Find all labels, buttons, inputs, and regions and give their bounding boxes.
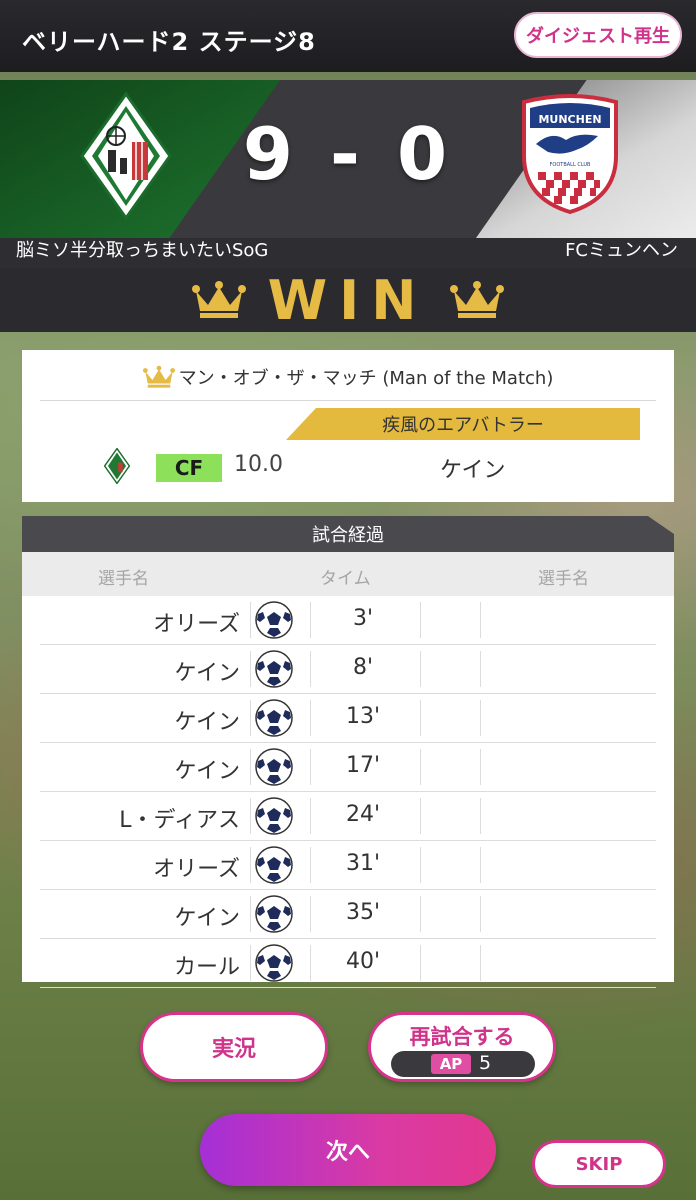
home-team-emblem: [80, 92, 172, 220]
soccer-ball-icon: [254, 943, 294, 983]
divider: [250, 749, 251, 785]
man-of-the-match-card: マン・オブ・ザ・マッチ (Man of the Match) 疾風のエアバトラー…: [22, 350, 674, 502]
timeline-row: ケイン 13': [40, 694, 656, 743]
divider: [250, 602, 251, 638]
skip-button[interactable]: SKIP: [532, 1140, 666, 1188]
goal-scorer: カール: [173, 955, 240, 980]
goal-scorer: ケイン: [174, 661, 240, 686]
position-badge: CF: [156, 454, 222, 482]
home-team-name: 脳ミソ半分取っちまいたいSoG: [16, 240, 269, 261]
away-team-name: FCミュンヘン: [565, 240, 678, 261]
divider: [420, 749, 421, 785]
divider: [420, 602, 421, 638]
result-band: WIN: [0, 268, 696, 332]
top-bar: ベリーハード2 ステージ8 ダイジェスト再生: [0, 0, 696, 72]
match-score: 9 - 0: [242, 112, 454, 196]
away-emblem-text: MUNCHEN: [538, 113, 601, 126]
goal-scorer: オリーズ: [153, 612, 240, 637]
divider: [480, 602, 481, 638]
divider: [250, 945, 251, 981]
soccer-ball-icon: [254, 796, 294, 836]
col-time: タイム: [320, 569, 371, 589]
divider: [250, 896, 251, 932]
timeline-row: オリーズ 3': [40, 596, 656, 645]
soccer-ball-icon: [254, 600, 294, 640]
mom-title-text: マン・オブ・ザ・マッチ (Man of the Match): [178, 368, 554, 389]
mom-title: マン・オブ・ザ・マッチ (Man of the Match): [22, 364, 674, 390]
goal-time: 35': [345, 900, 381, 925]
mom-player-name: ケイン: [440, 458, 506, 483]
result-text: WIN: [267, 268, 429, 332]
timeline-column-headers: 選手名 タイム 選手名: [22, 552, 674, 596]
divider: [480, 651, 481, 687]
away-emblem-sub: FOOTBALL CLUB: [550, 162, 592, 168]
ap-cost-pill: AP 5: [391, 1051, 535, 1077]
divider: [420, 945, 421, 981]
soccer-ball-icon: [254, 845, 294, 885]
timeline-row: ケイン 35': [40, 890, 656, 939]
timeline-row: L・ディアス 24': [40, 792, 656, 841]
divider: [250, 798, 251, 834]
stage-title: ベリーハード2 ステージ8: [22, 28, 316, 56]
goal-time: 8': [352, 655, 374, 680]
divider: [480, 896, 481, 932]
soccer-ball-icon: [254, 649, 294, 689]
timeline-row: ケイン 17': [40, 743, 656, 792]
divider: [420, 798, 421, 834]
goal-time: 17': [345, 753, 381, 778]
rematch-button[interactable]: 再試合する AP 5: [368, 1012, 556, 1082]
col-home-player: 選手名: [98, 569, 149, 589]
away-team-emblem: MUNCHEN FOOTBALL CLUB: [522, 94, 618, 215]
goal-time: 13': [345, 704, 381, 729]
divider: [420, 700, 421, 736]
timeline-row: ケイン 8': [40, 645, 656, 694]
goal-scorer: L・ディアス: [119, 808, 240, 833]
divider: [420, 651, 421, 687]
divider: [480, 945, 481, 981]
goal-time: 31': [345, 851, 381, 876]
ap-cost: 5: [479, 1052, 492, 1074]
divider: [250, 651, 251, 687]
divider: [480, 847, 481, 883]
col-away-player: 選手名: [538, 569, 589, 589]
divider: [420, 896, 421, 932]
divider: [420, 847, 421, 883]
crown-icon: [450, 281, 505, 318]
goal-time: 3': [352, 606, 374, 631]
goal-scorer: ケイン: [174, 759, 240, 784]
goal-scorer: ケイン: [174, 906, 240, 931]
timeline-row: カール 40': [40, 939, 656, 988]
crown-icon: [191, 281, 246, 318]
home-team-emblem-small: [104, 448, 130, 484]
divider: [40, 400, 656, 401]
divider: [480, 700, 481, 736]
goal-time: 40': [345, 949, 381, 974]
digest-replay-button[interactable]: ダイジェスト再生: [514, 12, 682, 58]
timeline-header: 試合経過: [22, 516, 674, 552]
goal-time: 24': [345, 802, 381, 827]
soccer-ball-icon: [254, 894, 294, 934]
divider: [250, 700, 251, 736]
ap-badge: AP: [431, 1054, 471, 1074]
commentary-button[interactable]: 実況: [140, 1012, 328, 1082]
divider: [480, 749, 481, 785]
crown-icon: [142, 365, 175, 388]
divider: [480, 798, 481, 834]
next-button[interactable]: 次へ: [200, 1114, 496, 1186]
mom-skill-banner: 疾風のエアバトラー: [286, 408, 640, 440]
mom-rating: 10.0: [234, 452, 283, 477]
divider: [250, 847, 251, 883]
soccer-ball-icon: [254, 747, 294, 787]
timeline-row: オリーズ 31': [40, 841, 656, 890]
rematch-label: 再試合する: [409, 1025, 515, 1049]
goal-scorer: ケイン: [174, 710, 240, 735]
timeline-table[interactable]: 選手名 タイム 選手名 オリーズ 3' ケイン 8' ケイン 13' ケイン 17' L・ディア…: [22, 552, 674, 988]
goal-scorer: オリーズ: [153, 857, 240, 882]
soccer-ball-icon: [254, 698, 294, 738]
